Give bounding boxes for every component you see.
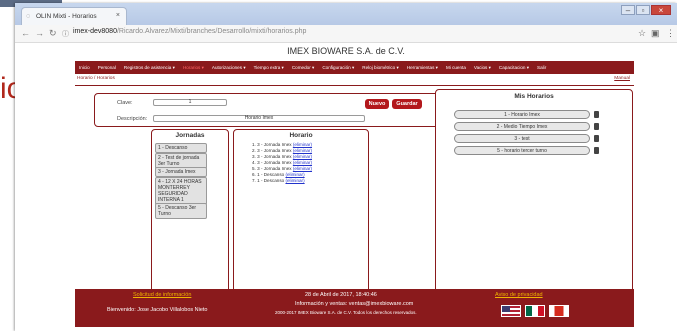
menu-item[interactable]: Herramientas ▾ — [407, 65, 438, 71]
menu-item[interactable]: Salir — [537, 65, 546, 70]
menu-item[interactable]: Capacitacion ▾ — [499, 65, 529, 71]
mis-horario-item[interactable]: 1 - Horario Imex — [454, 110, 590, 119]
menu-item[interactable]: Tiempo extra ▾ — [254, 65, 284, 71]
close-window-icon[interactable]: × — [651, 5, 671, 15]
back-arrow-icon[interactable]: ← — [21, 28, 30, 38]
menu-item[interactable]: Autorizaciones ▾ — [212, 65, 246, 71]
eliminar-link[interactable]: (eliminar) — [293, 160, 312, 165]
sales-info-text: Información y ventas: ventas@imexbioware… — [295, 301, 414, 307]
clave-label: Clave: — [117, 100, 133, 106]
manual-link[interactable]: Manual — [614, 76, 630, 81]
jornada-item[interactable]: 1 - Descanso — [155, 143, 207, 153]
horario-form-panel: Clave: 1 Descripción: Horario Imex Nuevo… — [94, 93, 442, 127]
mis-horario-item[interactable]: 5 - horario tercer turno — [454, 146, 590, 155]
mis-horarios-title: Mis Horarios — [514, 93, 554, 100]
copyright-text: 2000-2017 IMEX Bioware S.A. de C.V. Todo… — [275, 310, 417, 315]
horario-panel: Horario 1. 3 - Jornada Imex (eliminar) 2… — [233, 129, 369, 305]
tab-bar: ◌ OLIN Mixti - Horarios × – ▫ × — [15, 3, 677, 25]
eliminar-link[interactable]: (eliminar) — [285, 178, 304, 183]
address-bar: ← → ↻ ⓘ imex-dev8080/Ricardo.Alvarez/Mix… — [15, 25, 677, 43]
menu-item[interactable]: Inicio — [79, 65, 90, 70]
url-field[interactable]: imex-dev8080/Ricardo.Alvarez/Mixti/branc… — [73, 28, 306, 35]
menu-item[interactable]: Vacios ▾ — [474, 65, 491, 71]
descripcion-label: Descripción: — [117, 116, 148, 122]
horario-line: 5. 3 - Jornada Imex (eliminar) — [252, 166, 313, 171]
us-flag-icon[interactable] — [501, 305, 521, 317]
horario-line: 4. 3 - Jornada Imex (eliminar) — [252, 160, 313, 165]
clave-input[interactable]: 1 — [153, 99, 227, 106]
menu-item[interactable]: Configuración ▾ — [322, 65, 354, 71]
menu-item[interactable]: Comedor ▾ — [292, 65, 314, 71]
maximize-window-icon[interactable]: ▫ — [636, 5, 650, 15]
menu-dots-icon[interactable]: ⋮ — [666, 28, 675, 39]
horario-line: 3. 3 - Jornada Imex (eliminar) — [252, 154, 313, 159]
jornadas-title: Jornadas — [175, 132, 205, 139]
browser-tab[interactable]: ◌ OLIN Mixti - Horarios × — [21, 7, 127, 25]
eliminar-link[interactable]: (eliminar) — [293, 166, 312, 171]
eliminar-link[interactable]: (eliminar) — [293, 142, 312, 147]
menu-item-active[interactable]: Horarios ▾ — [183, 65, 204, 71]
menu-item[interactable]: Registros de asistencia ▾ — [124, 65, 175, 71]
mis-horarios-panel: Mis Horarios 1 - Horario Imex 2 - Medio … — [435, 89, 633, 305]
horario-line: 7. 1 - Descanso (eliminar) — [252, 178, 305, 183]
eliminar-link[interactable]: (eliminar) — [293, 148, 312, 153]
browser-window: ◌ OLIN Mixti - Horarios × – ▫ × ← → ↻ ⓘ … — [15, 3, 677, 331]
url-path: /Ricardo.Alvarez/Mixti/branches/Desarrol… — [116, 28, 307, 35]
privacy-link[interactable]: Aviso de privacidad — [495, 292, 543, 298]
mis-horario-item[interactable]: 2 - Medio Tiempo Imex — [454, 122, 590, 131]
nuevo-button[interactable]: Nuevo — [365, 99, 389, 109]
trash-icon[interactable] — [594, 135, 599, 142]
canada-flag-icon[interactable] — [549, 305, 569, 317]
datetime-text: 28 de Abril de 2017, 18:40:46 — [305, 292, 377, 298]
mis-horario-item[interactable]: 3 - test — [454, 134, 590, 143]
guardar-button[interactable]: Guardar — [392, 99, 422, 109]
close-tab-icon[interactable]: × — [116, 12, 120, 19]
jornada-item[interactable]: 5 - Descanso 3er Turno — [155, 203, 207, 219]
breadcrumb[interactable]: Horario / Horarios — [77, 76, 115, 81]
trash-icon[interactable] — [594, 111, 599, 118]
mexico-flag-icon[interactable] — [525, 305, 545, 317]
jornada-item[interactable]: 3 - Jornada Imex — [155, 167, 207, 177]
descripcion-input[interactable]: Horario Imex — [153, 115, 365, 122]
page-title: IMEX BIOWARE S.A. de C.V. — [287, 46, 405, 56]
menu-item[interactable]: Reloj biométrico ▾ — [362, 65, 399, 71]
eliminar-link[interactable]: (eliminar) — [293, 154, 312, 159]
welcome-text: Bienvenido: Jose Jacobo Villalobos Nieto — [107, 307, 208, 313]
horario-title: Horario — [289, 132, 313, 139]
tab-title: OLIN Mixti - Horarios — [36, 13, 97, 20]
minimize-window-icon[interactable]: – — [621, 5, 635, 15]
horario-line: 6. 1 - Descanso (eliminar) — [252, 172, 305, 177]
menu-item[interactable]: Personal — [98, 65, 116, 70]
horario-line: 1. 3 - Jornada Imex (eliminar) — [252, 142, 313, 147]
reload-icon[interactable]: ↻ — [49, 28, 57, 39]
extension-icon[interactable]: ▣ — [651, 28, 660, 39]
jornadas-panel: Jornadas 1 - Descanso 2 - Test de jornad… — [151, 129, 229, 305]
breadcrumb-bar: Horario / Horarios Manual — [75, 74, 634, 86]
eliminar-link[interactable]: (eliminar) — [285, 172, 304, 177]
info-icon[interactable]: ⓘ — [62, 29, 69, 39]
solicitud-link[interactable]: Solicitud de información — [133, 292, 191, 298]
jornada-item[interactable]: 4 - 12 X 24 HORAS MONTERREY SEGURIDAD IN… — [155, 177, 207, 205]
footer: Solicitud de información Bienvenido: Jos… — [75, 289, 634, 327]
trash-icon[interactable] — [594, 123, 599, 130]
page-favicon-icon: ◌ — [26, 13, 31, 20]
trash-icon[interactable] — [594, 147, 599, 154]
bookmark-star-icon[interactable]: ☆ — [638, 28, 646, 39]
menu-item[interactable]: Mi cuenta — [446, 65, 466, 70]
main-menu: Inicio Personal Registros de asistencia ▾ H… — [75, 61, 634, 74]
url-host: imex-dev8080 — [73, 28, 117, 35]
horario-line: 2. 3 - Jornada Imex (eliminar) — [252, 148, 313, 153]
forward-arrow-icon[interactable]: → — [35, 28, 44, 38]
